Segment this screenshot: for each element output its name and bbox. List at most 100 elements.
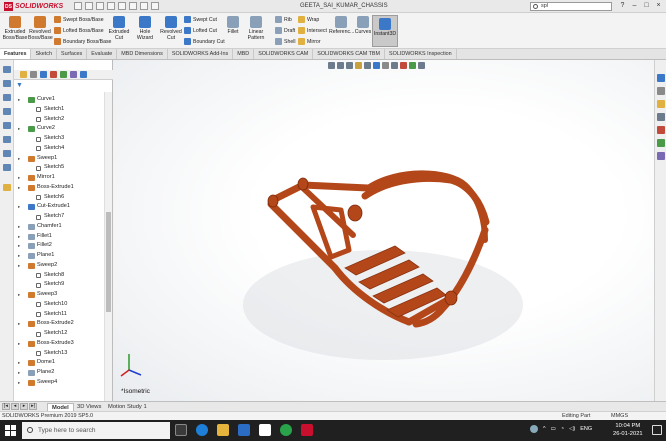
view-palette-icon[interactable] [657, 113, 665, 121]
network-icon[interactable]: ◔ [561, 426, 564, 432]
tree-node-sketch3[interactable]: Sketch3 [18, 134, 104, 144]
expand-arrow-icon[interactable]: ▸ [18, 202, 20, 212]
custom-properties-icon[interactable] [657, 139, 665, 147]
feature-tree-scrollbar[interactable] [104, 92, 112, 401]
first-tab-arrow-icon[interactable]: |◂ [2, 403, 10, 410]
tree-node-sketch9[interactable]: Sketch9 [18, 280, 104, 290]
rib-button[interactable]: Rib [275, 16, 292, 23]
lofted-boss-button[interactable]: Lofted Boss/Base [54, 27, 104, 34]
input-language[interactable]: ENG [580, 426, 592, 432]
instant3d-button-content[interactable]: Instant3D [372, 18, 398, 37]
swept-cut-button[interactable]: Swept Cut [184, 16, 217, 23]
linear-pattern-button[interactable]: Linear Pattern [241, 16, 271, 41]
smart-dimension-icon[interactable] [3, 80, 11, 87]
tab-sketch[interactable]: Sketch [31, 49, 57, 59]
scene-icon[interactable] [3, 150, 11, 157]
windows-start-icon[interactable] [5, 425, 16, 436]
prev-tab-arrow-icon[interactable]: ◂ [11, 403, 19, 410]
configuration-manager-tab-icon[interactable] [40, 71, 47, 78]
expand-arrow-icon[interactable]: ▸ [18, 339, 20, 349]
tree-node-sketch6[interactable]: Sketch6 [18, 193, 104, 203]
expand-arrow-icon[interactable]: ▸ [18, 368, 20, 378]
expand-arrow-icon[interactable]: ▸ [18, 124, 20, 134]
tree-node-sketch13[interactable]: Sketch13 [18, 349, 104, 359]
file-explorer-icon[interactable] [657, 100, 665, 108]
tab-surfaces[interactable]: Surfaces [57, 49, 88, 59]
section-view-icon[interactable] [3, 108, 11, 115]
expand-arrow-icon[interactable]: ▸ [18, 358, 20, 368]
intersect-button[interactable]: Intersect [298, 27, 327, 34]
design-library-icon[interactable] [657, 87, 665, 95]
appearances-scenes-icon[interactable] [657, 126, 665, 134]
help-button[interactable]: ? [617, 1, 628, 11]
tree-node-sketch2[interactable]: Sketch2 [18, 115, 104, 125]
tree-node-boss-extrude1[interactable]: ▸ Boss-Extrude1 [18, 183, 104, 193]
tree-node-mirror1[interactable]: ▸ Mirror1 [18, 173, 104, 183]
revolved-cut-button[interactable]: Revolved Cut [160, 16, 182, 41]
wrap-button[interactable]: Wrap [298, 16, 319, 23]
feature-manager-tab-icon[interactable] [20, 71, 27, 78]
appearance-icon[interactable] [3, 136, 11, 143]
last-tab-arrow-icon[interactable]: ▸| [29, 403, 37, 410]
mail-icon[interactable] [238, 424, 250, 436]
dimxpert-manager-tab-icon[interactable] [50, 71, 57, 78]
task-view-icon[interactable] [175, 424, 187, 436]
tree-node-sweep2[interactable]: ▸ Sweep2 [18, 261, 104, 271]
swept-boss-button[interactable]: Swept Boss/Base [54, 16, 104, 23]
solidworks-taskbar-icon[interactable] [301, 424, 313, 436]
tree-node-sketch8[interactable]: Sketch8 [18, 271, 104, 281]
tree-node-sweep1[interactable]: ▸ Sweep1 [18, 154, 104, 164]
curves-button[interactable]: Curves [354, 16, 372, 35]
minimize-button[interactable]: – [629, 1, 640, 11]
new-file-icon[interactable] [74, 2, 82, 10]
tree-node-sketch11[interactable]: Sketch11 [18, 310, 104, 320]
tree-node-fillet1[interactable]: ▸ Fillet1 [18, 232, 104, 242]
expand-arrow-icon[interactable]: ▸ [18, 222, 20, 232]
tree-node-plane1[interactable]: ▸ Plane1 [18, 251, 104, 261]
tree-node-boss-extrude3[interactable]: ▸ Boss-Extrude3 [18, 339, 104, 349]
battery-icon[interactable]: ▭ [551, 426, 556, 432]
volume-icon[interactable]: ◁) [569, 426, 575, 432]
store-icon[interactable] [259, 424, 271, 436]
shell-button[interactable]: Shell [275, 38, 296, 45]
file-explorer-taskbar-icon[interactable] [217, 424, 229, 436]
cam-operation-tab-icon[interactable] [80, 71, 87, 78]
notification-center-icon[interactable] [652, 425, 662, 435]
tree-node-sketch7[interactable]: Sketch7 [18, 212, 104, 222]
magnetic-line-icon[interactable] [3, 66, 11, 73]
tab-mbd-dimensions[interactable]: MBD Dimensions [117, 49, 168, 59]
open-file-icon[interactable] [85, 2, 93, 10]
measure-icon[interactable] [3, 164, 11, 171]
display-manager-tab-icon[interactable] [60, 71, 67, 78]
expand-arrow-icon[interactable]: ▸ [18, 251, 20, 261]
tree-node-sketch1[interactable]: Sketch1 [18, 105, 104, 115]
tree-node-sketch5[interactable]: Sketch5 [18, 163, 104, 173]
expand-arrow-icon[interactable]: ▸ [18, 261, 20, 271]
expand-arrow-icon[interactable]: ▸ [18, 183, 20, 193]
draft-button[interactable]: Draft [275, 27, 295, 34]
tree-node-plane2[interactable]: ▸ Plane2 [18, 368, 104, 378]
highlight-tool-icon[interactable] [3, 184, 11, 191]
unit-system[interactable]: MMGS [611, 412, 628, 420]
hole-wizard-button[interactable]: Hole Wizard [131, 16, 159, 41]
extruded-boss-button[interactable]: Extruded Boss/Base [2, 16, 28, 41]
tab-motion-study-1[interactable]: Motion Study 1 [104, 403, 151, 411]
tab-evaluate[interactable]: Evaluate [87, 49, 118, 59]
tab-solidworks-add-ins[interactable]: SOLIDWORKS Add-Ins [168, 49, 234, 59]
filter-icon[interactable]: ▼ [16, 82, 26, 90]
tree-node-cut-extrude1[interactable]: ▸ Cut-Extrude1 [18, 202, 104, 212]
expand-arrow-icon[interactable]: ▸ [18, 232, 20, 242]
expand-arrow-icon[interactable]: ▸ [18, 173, 20, 183]
chrome-browser-icon[interactable] [280, 424, 292, 436]
tree-node-sketch12[interactable]: Sketch12 [18, 329, 104, 339]
display-style-icon[interactable] [3, 94, 11, 101]
tree-node-boss-extrude2[interactable]: ▸ Boss-Extrude2 [18, 319, 104, 329]
fillet-button[interactable]: Fillet [226, 16, 240, 35]
search-commands-input[interactable]: spl [530, 2, 612, 11]
tree-node-chamfer1[interactable]: ▸ Chamfer1 [18, 222, 104, 232]
boundary-cut-button[interactable]: Boundary Cut [184, 38, 225, 45]
tree-node-dome1[interactable]: ▸ Dome1 [18, 358, 104, 368]
select-icon[interactable] [129, 2, 137, 10]
undo-icon[interactable] [118, 2, 126, 10]
chassis-model[interactable] [113, 60, 654, 401]
